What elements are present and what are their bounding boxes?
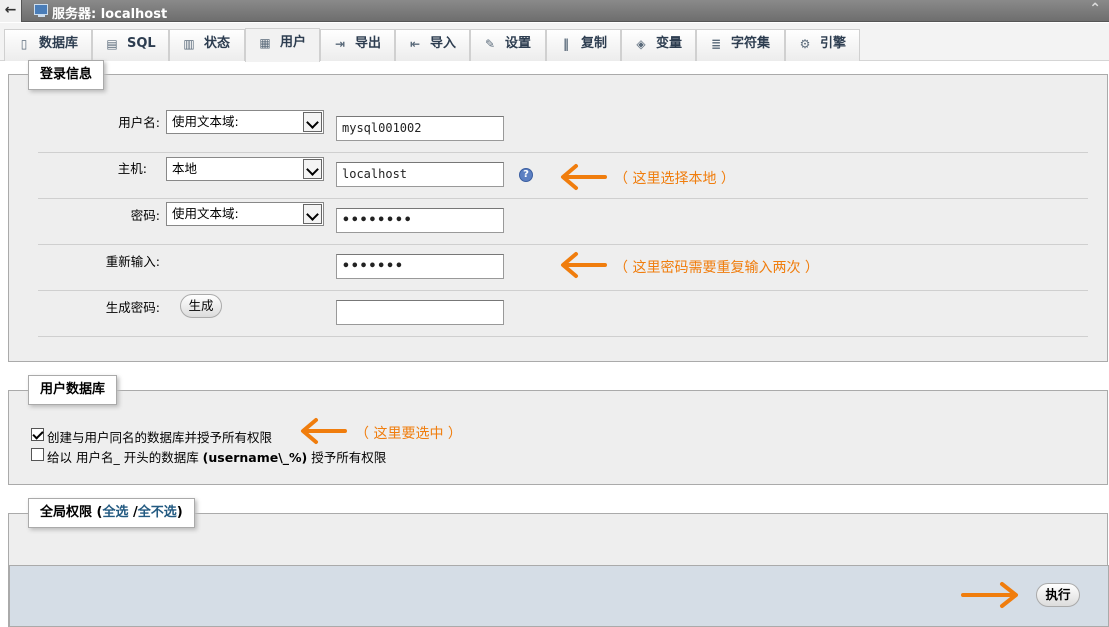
uncheck-all-link[interactable]: 全不选 (138, 505, 177, 520)
tab-label: SQL (127, 36, 156, 51)
host-input[interactable]: localhost (336, 162, 504, 187)
footer-bar (9, 565, 1109, 627)
wildcard-db-prefix: 给以 用户名_ 开头的数据库 (47, 450, 203, 465)
back-button[interactable]: ← (0, 0, 22, 22)
global-legend-sep: / (128, 505, 138, 520)
global-legend-suffix: ) (176, 505, 183, 520)
tab-label: 导出 (355, 36, 382, 51)
userdb-legend: 用户数据库 (28, 375, 118, 405)
tab-label: 变量 (656, 36, 683, 51)
tab-replication[interactable]: ‖ 复制 (546, 29, 621, 61)
create-db-checkbox[interactable] (31, 428, 44, 441)
password-type-select[interactable]: 使用文本域: (166, 202, 324, 226)
generate-label: 生成密码: (105, 300, 160, 315)
wildcard-db-label[interactable]: 给以 用户名_ 开头的数据库 (username\_%) 授予所有权限 (47, 447, 386, 466)
wrench-icon: ✎ (484, 37, 496, 51)
chevron-down-icon (303, 112, 322, 132)
username-type-select[interactable]: 使用文本域: (166, 110, 324, 134)
check-all-link[interactable]: 全选 (102, 505, 128, 520)
host-type-select[interactable]: 本地 (166, 157, 324, 181)
username-input[interactable]: mysql001002 (336, 116, 504, 141)
tab-label: 用户 (280, 35, 307, 50)
tab-label: 状态 (204, 36, 231, 51)
database-icon: ▯ (20, 37, 28, 51)
row-divider (38, 198, 1088, 199)
engine-icon: ⚙ (799, 37, 811, 51)
go-button[interactable]: 执行 (1036, 583, 1080, 607)
tab-status[interactable]: ▥ 状态 (169, 29, 245, 61)
row-divider (38, 336, 1088, 337)
tab-charsets[interactable]: ≣ 字符集 (696, 29, 785, 61)
select-value: 本地 (172, 161, 198, 176)
retype-label: 重新输入: (105, 254, 160, 269)
tab-export[interactable]: ⇥ 导出 (320, 29, 395, 61)
password-annotation: （ 这里密码需要重复输入两次 ） (614, 260, 819, 276)
wildcard-db-pattern: (username\_%) (202, 450, 308, 465)
status-icon: ▥ (183, 37, 195, 51)
annotation-arrow-icon (561, 252, 607, 278)
collapse-icon[interactable]: ⌃ (1089, 1, 1101, 17)
create-db-label[interactable]: 创建与用户同名的数据库并授予所有权限 (47, 427, 272, 446)
replication-icon: ‖ (563, 37, 569, 51)
server-icon (34, 4, 48, 17)
generate-password-button[interactable]: 生成 (180, 294, 222, 318)
wildcard-db-checkbox[interactable] (31, 448, 44, 461)
row-divider (38, 290, 1088, 291)
generated-password-input[interactable] (336, 300, 504, 325)
host-annotation: （ 这里选择本地 ） (614, 171, 735, 187)
global-privileges-legend: 全局权限 (全选 /全不选) (28, 498, 195, 528)
server-title: 服务器: localhost (52, 7, 168, 22)
tab-label: 字符集 (731, 36, 771, 51)
tab-users[interactable]: ▦ 用户 (245, 28, 320, 62)
help-icon[interactable]: ? (519, 168, 533, 182)
tab-import[interactable]: ⇤ 导入 (395, 29, 470, 61)
tab-bar: ▯ 数据库 ▤ SQL ▥ 状态 ▦ 用户 ⇥ 导出 ⇤ 导入 ✎ 设置 ‖ 复… (0, 23, 1109, 62)
tab-label: 引擎 (820, 36, 847, 51)
chevron-down-icon (303, 204, 322, 224)
tab-engines[interactable]: ⚙ 引擎 (785, 29, 860, 61)
db-annotation: （ 这里要选中 ） (355, 426, 462, 442)
global-legend-prefix: 全局权限 ( (40, 505, 103, 520)
title-bar: ← 服务器: localhost ⌃ (0, 0, 1109, 22)
tab-databases[interactable]: ▯ 数据库 (4, 29, 92, 61)
tab-label: 设置 (505, 36, 532, 51)
select-value: 使用文本域: (172, 206, 239, 221)
tab-label: 复制 (581, 36, 608, 51)
import-icon: ⇤ (409, 37, 421, 51)
row-divider (38, 152, 1088, 153)
wildcard-db-suffix: 授予所有权限 (307, 450, 387, 465)
select-value: 使用文本域: (172, 114, 239, 129)
annotation-arrow-icon (561, 164, 607, 190)
export-icon: ⇥ (334, 37, 346, 51)
chevron-down-icon (303, 159, 322, 179)
tab-sql[interactable]: ▤ SQL (92, 29, 169, 61)
password-input[interactable]: •••••••• (336, 208, 504, 233)
password-label: 密码: (130, 208, 160, 223)
tab-label: 数据库 (39, 36, 79, 51)
sql-icon: ▤ (106, 37, 118, 51)
host-label: 主机: (117, 161, 147, 176)
variables-icon: ◈ (636, 37, 646, 51)
users-icon: ▦ (259, 36, 271, 50)
login-legend: 登录信息 (28, 60, 105, 90)
retype-password-input[interactable]: ••••••• (336, 254, 504, 279)
charset-icon: ≣ (710, 37, 722, 51)
annotation-arrow-icon (301, 418, 347, 444)
tab-settings[interactable]: ✎ 设置 (470, 29, 546, 61)
annotation-arrow-icon (961, 582, 1018, 608)
tab-variables[interactable]: ◈ 变量 (621, 29, 696, 61)
username-label: 用户名: (118, 115, 160, 130)
row-divider (38, 244, 1088, 245)
tab-label: 导入 (430, 36, 457, 51)
